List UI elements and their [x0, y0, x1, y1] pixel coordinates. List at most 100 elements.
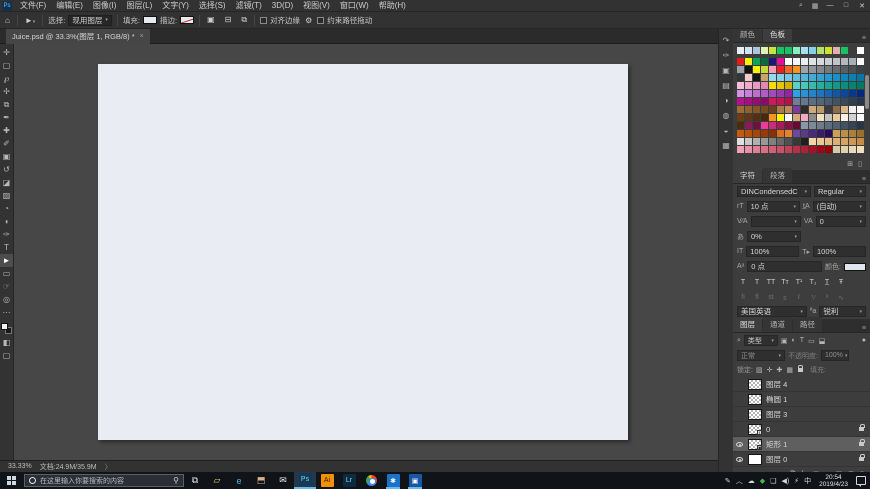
opentype-button-2[interactable]: st — [765, 292, 777, 303]
color-swatch[interactable] — [745, 66, 753, 74]
menu-文件[interactable]: 文件(F) — [15, 0, 51, 11]
antialias-dropdown[interactable]: 锐利▾ — [819, 306, 866, 317]
color-swatch[interactable] — [857, 47, 865, 55]
canvas-pasteboard[interactable] — [14, 44, 718, 460]
color-swatch[interactable] — [833, 122, 841, 130]
quick-mask-icon[interactable]: ◧ — [0, 336, 13, 349]
color-swatch[interactable] — [841, 74, 849, 82]
layer-thumbnail[interactable]: ƒ — [748, 424, 762, 435]
color-swatch[interactable] — [825, 82, 833, 90]
color-swatch[interactable] — [761, 90, 769, 98]
foreground-color-swatch[interactable] — [1, 323, 8, 330]
color-swatch[interactable] — [849, 66, 857, 74]
layer-thumbnail[interactable] — [748, 454, 762, 465]
blur-tool-icon[interactable]: ◔ — [0, 202, 13, 215]
color-swatch[interactable] — [737, 66, 745, 74]
color-swatch[interactable] — [817, 90, 825, 98]
color-swatch[interactable] — [817, 122, 825, 130]
color-swatch[interactable] — [849, 114, 857, 122]
color-swatch[interactable] — [785, 122, 793, 130]
color-swatch[interactable] — [801, 58, 809, 66]
layers-tab-路径[interactable]: 路径 — [793, 317, 822, 332]
color-swatch[interactable] — [857, 122, 865, 130]
visibility-toggle[interactable] — [735, 457, 744, 462]
quick-selection-tool-icon[interactable]: ✢ — [0, 85, 13, 98]
color-swatch[interactable] — [817, 58, 825, 66]
close-button[interactable]: ✕ — [854, 0, 870, 12]
color-swatch[interactable] — [857, 98, 865, 106]
onedrive-icon[interactable]: ☁ — [748, 477, 755, 485]
color-swatch[interactable] — [809, 90, 817, 98]
menu-帮助[interactable]: 帮助(H) — [374, 0, 411, 11]
microsoft-store[interactable]: ⬒ — [250, 472, 272, 489]
color-swatch[interactable] — [817, 82, 825, 90]
color-swatch[interactable] — [857, 130, 865, 138]
color-swatch[interactable] — [753, 98, 761, 106]
color-swatch[interactable] — [857, 106, 865, 114]
gradient-tool-icon[interactable]: ▨ — [0, 189, 13, 202]
color-swatch[interactable] — [825, 90, 833, 98]
color-swatch[interactable] — [761, 98, 769, 106]
color-swatch[interactable] — [833, 106, 841, 114]
text-style-button-2[interactable]: TT — [765, 277, 777, 288]
layer-row[interactable]: 椭圆 1 — [733, 392, 870, 407]
color-swatch[interactable] — [753, 66, 761, 74]
color-swatch[interactable] — [833, 90, 841, 98]
gear-icon[interactable]: ⚙ — [303, 16, 314, 25]
opentype-button-4[interactable]: ℓ — [793, 292, 805, 303]
color-swatch[interactable] — [857, 66, 865, 74]
layer-row[interactable]: 图层 4 — [733, 377, 870, 392]
path-op-icon-1[interactable]: ⊟ — [223, 15, 234, 25]
status-chevron-icon[interactable]: 〉 — [105, 462, 112, 472]
color-swatch[interactable] — [857, 74, 865, 82]
color-swatch[interactable] — [793, 122, 801, 130]
color-swatch[interactable] — [857, 82, 865, 90]
menu-3D[interactable]: 3D(D) — [267, 1, 298, 10]
menu-视图[interactable]: 视图(V) — [298, 0, 335, 11]
color-swatch[interactable] — [825, 58, 833, 66]
swatches-tab-颜色[interactable]: 颜色 — [733, 27, 762, 42]
color-swatch[interactable] — [825, 138, 833, 146]
color-swatch[interactable] — [777, 106, 785, 114]
color-swatch[interactable] — [785, 47, 793, 55]
color-swatch[interactable] — [841, 130, 849, 138]
text-style-button-4[interactable]: T¹ — [793, 277, 805, 288]
styles-panel-icon[interactable]: ◒ — [724, 127, 729, 135]
layers-scrollbar[interactable] — [865, 75, 869, 109]
color-swatch[interactable] — [801, 114, 809, 122]
zoom-tool-icon[interactable]: ◎ — [0, 293, 13, 306]
maximize-button[interactable]: □ — [838, 0, 854, 12]
layers-tab-图层[interactable]: 图层 — [733, 317, 762, 332]
color-swatch[interactable] — [849, 130, 857, 138]
color-swatch[interactable] — [737, 138, 745, 146]
color-swatch[interactable] — [809, 47, 817, 55]
layer-filter-dropdown[interactable]: 类型▾ — [744, 335, 778, 346]
color-swatch[interactable] — [753, 122, 761, 130]
volume-icon[interactable]: ◀) — [781, 477, 789, 485]
color-swatch[interactable] — [817, 74, 825, 82]
color-swatch[interactable] — [737, 114, 745, 122]
screen-mode-icon[interactable]: ▢ — [0, 349, 13, 362]
color-swatch[interactable] — [817, 106, 825, 114]
color-swatch[interactable] — [785, 114, 793, 122]
layer-thumbnail[interactable] — [748, 379, 762, 390]
leading-field[interactable]: (自动)▾ — [813, 201, 866, 212]
color-swatch[interactable] — [777, 114, 785, 122]
color-swatch[interactable] — [825, 146, 833, 154]
color-swatch[interactable] — [801, 98, 809, 106]
layer-row[interactable]: ▣矩形 1 — [733, 437, 870, 452]
brush-settings-panel-icon[interactable]: ✑ — [723, 52, 730, 60]
color-swatch[interactable] — [769, 114, 777, 122]
color-swatch[interactable] — [817, 146, 825, 154]
fill-swatch[interactable] — [143, 16, 157, 24]
color-swatch[interactable] — [745, 122, 753, 130]
color-swatch[interactable] — [745, 74, 753, 82]
dodge-tool-icon[interactable]: ◖ — [0, 215, 13, 228]
menu-窗口[interactable]: 窗口(W) — [335, 0, 374, 11]
color-swatch[interactable] — [769, 90, 777, 98]
path-op-icon-0[interactable]: ▣ — [205, 15, 217, 25]
opentype-button-3[interactable]: ꜱ — [779, 292, 791, 303]
menu-滤镜[interactable]: 滤镜(T) — [231, 0, 267, 11]
hidden-icons-caret[interactable]: ︿ — [736, 476, 743, 486]
color-swatch[interactable] — [777, 90, 785, 98]
